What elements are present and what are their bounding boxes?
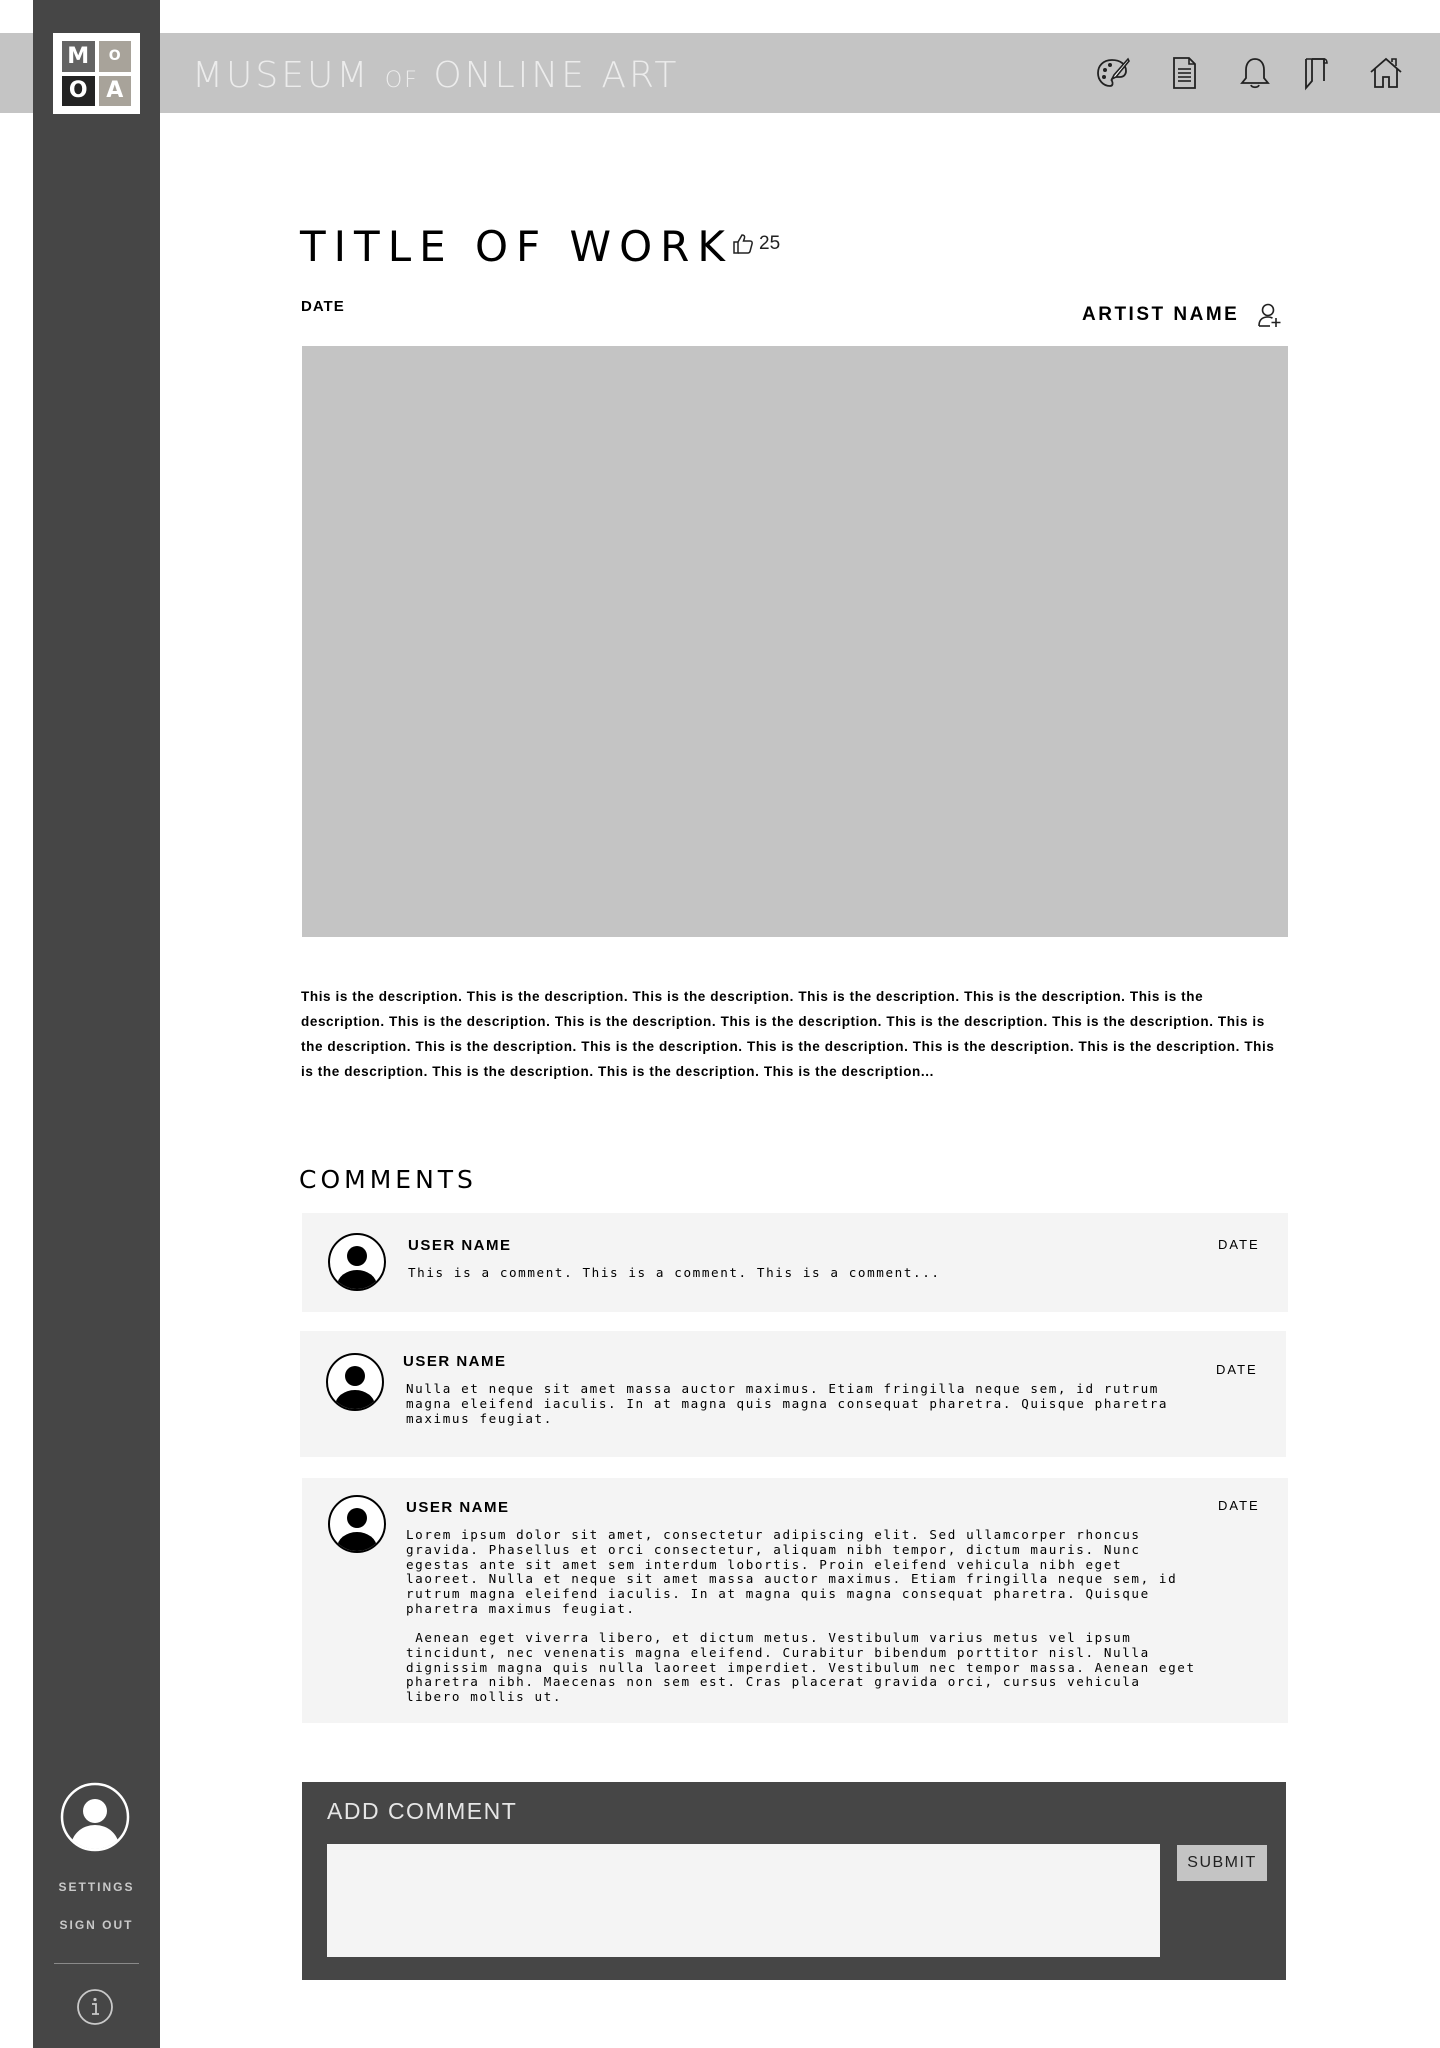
sidebar-divider	[54, 1963, 139, 1964]
logo-letter-o: O	[62, 75, 95, 106]
comment-text-paragraph-2: Aenean eget viverra libero, et dictum me…	[406, 1630, 1205, 1705]
thumbs-up-icon	[733, 234, 753, 254]
comments-heading: COMMENTS	[299, 1165, 477, 1194]
document-icon[interactable]	[1166, 55, 1202, 91]
top-header: MUSEUM OF ONLINE ART	[0, 33, 1440, 113]
palette-icon[interactable]	[1094, 55, 1130, 91]
work-description: This is the description. This is the des…	[301, 989, 1275, 1079]
home-icon[interactable]	[1368, 55, 1404, 91]
comment-date: DATE	[1216, 1362, 1258, 1377]
artist-name[interactable]: ARTIST NAME	[1082, 304, 1239, 326]
settings-link[interactable]: SETTINGS	[33, 1880, 160, 1894]
artist-info: ARTIST NAME	[1082, 302, 1283, 328]
sign-out-link[interactable]: SIGN OUT	[33, 1918, 160, 1932]
like-button[interactable]: 25	[731, 232, 780, 256]
comment-username[interactable]: USER NAME	[406, 1499, 510, 1516]
comment-username[interactable]: USER NAME	[408, 1237, 512, 1254]
logo-letter-a: A	[98, 75, 131, 106]
sidebar: M O O A SETTINGS SIGN OUT	[33, 0, 160, 2048]
comment-username[interactable]: USER NAME	[403, 1353, 507, 1370]
work-title: TITLE OF WORK	[300, 222, 733, 271]
logo[interactable]: M O O A	[53, 33, 140, 114]
bell-icon[interactable]	[1237, 55, 1273, 91]
comment-text: Lorem ipsum dolor sit amet, consectetur …	[406, 1527, 1178, 1616]
logo-letter-o: O	[98, 41, 131, 72]
add-comment-panel: ADD COMMENT SUBMIT	[302, 1782, 1286, 1980]
user-avatar-icon[interactable]	[60, 1782, 130, 1852]
comment-card: USER NAME DATE Lorem ipsum dolor sit ame…	[302, 1478, 1288, 1723]
work-date: DATE	[301, 298, 345, 315]
artwork-image	[302, 346, 1288, 937]
comment-card: USER NAME DATE Nulla et neque sit amet m…	[300, 1331, 1286, 1457]
brand-name-part1: MUSEUM	[192, 55, 371, 96]
comment-text: This is a comment. This is a comment. Th…	[408, 1265, 941, 1280]
comment-input[interactable]	[327, 1844, 1160, 1957]
like-count: 25	[759, 233, 781, 254]
comment-date: DATE	[1218, 1498, 1260, 1513]
commenter-avatar-icon	[328, 1233, 386, 1291]
bookmark-icon[interactable]	[1298, 55, 1334, 91]
info-icon[interactable]	[76, 1988, 114, 2026]
logo-letter-m: M	[62, 41, 95, 72]
comment-text: Nulla et neque sit amet massa auctor max…	[406, 1381, 1169, 1426]
follow-artist-icon[interactable]	[1257, 302, 1283, 328]
comment-card: USER NAME DATE This is a comment. This i…	[302, 1213, 1288, 1312]
commenter-avatar-icon	[328, 1495, 386, 1553]
add-comment-title: ADD COMMENT	[327, 1798, 518, 1824]
submit-button[interactable]: SUBMIT	[1177, 1845, 1267, 1881]
commenter-avatar-icon	[326, 1353, 384, 1411]
brand-name-of: OF	[384, 68, 419, 93]
comment-date: DATE	[1218, 1237, 1260, 1252]
brand-name-part2: ONLINE ART	[433, 55, 680, 96]
brand-name: MUSEUM OF ONLINE ART	[192, 55, 679, 96]
